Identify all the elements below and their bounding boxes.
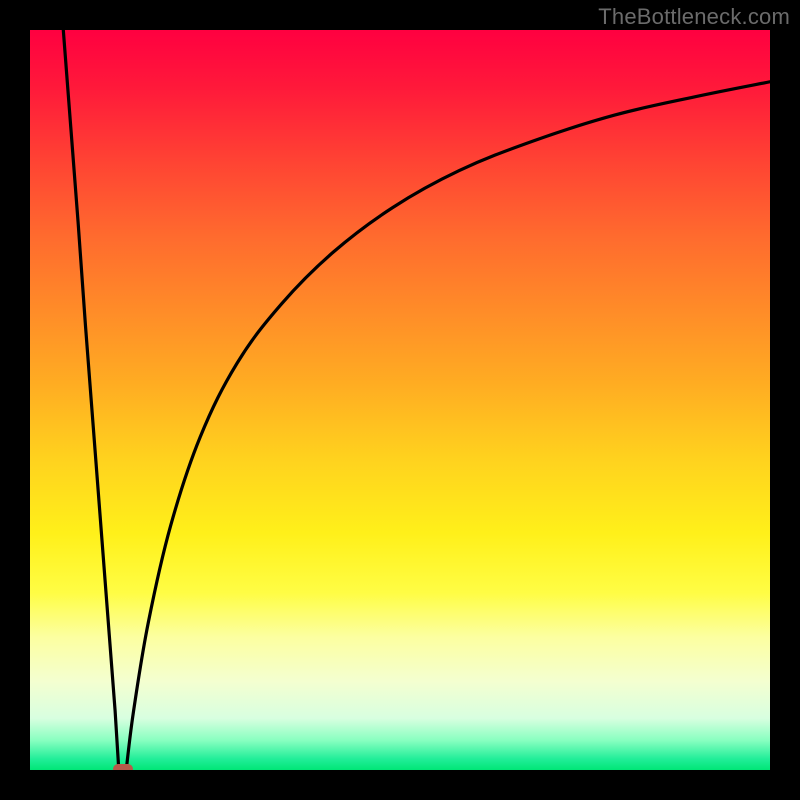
optimal-point-marker xyxy=(113,764,133,770)
watermark-text: TheBottleneck.com xyxy=(598,4,790,30)
plot-area xyxy=(30,30,770,770)
curve-path xyxy=(63,30,770,770)
chart-frame: TheBottleneck.com xyxy=(0,0,800,800)
bottleneck-curve xyxy=(30,30,770,770)
